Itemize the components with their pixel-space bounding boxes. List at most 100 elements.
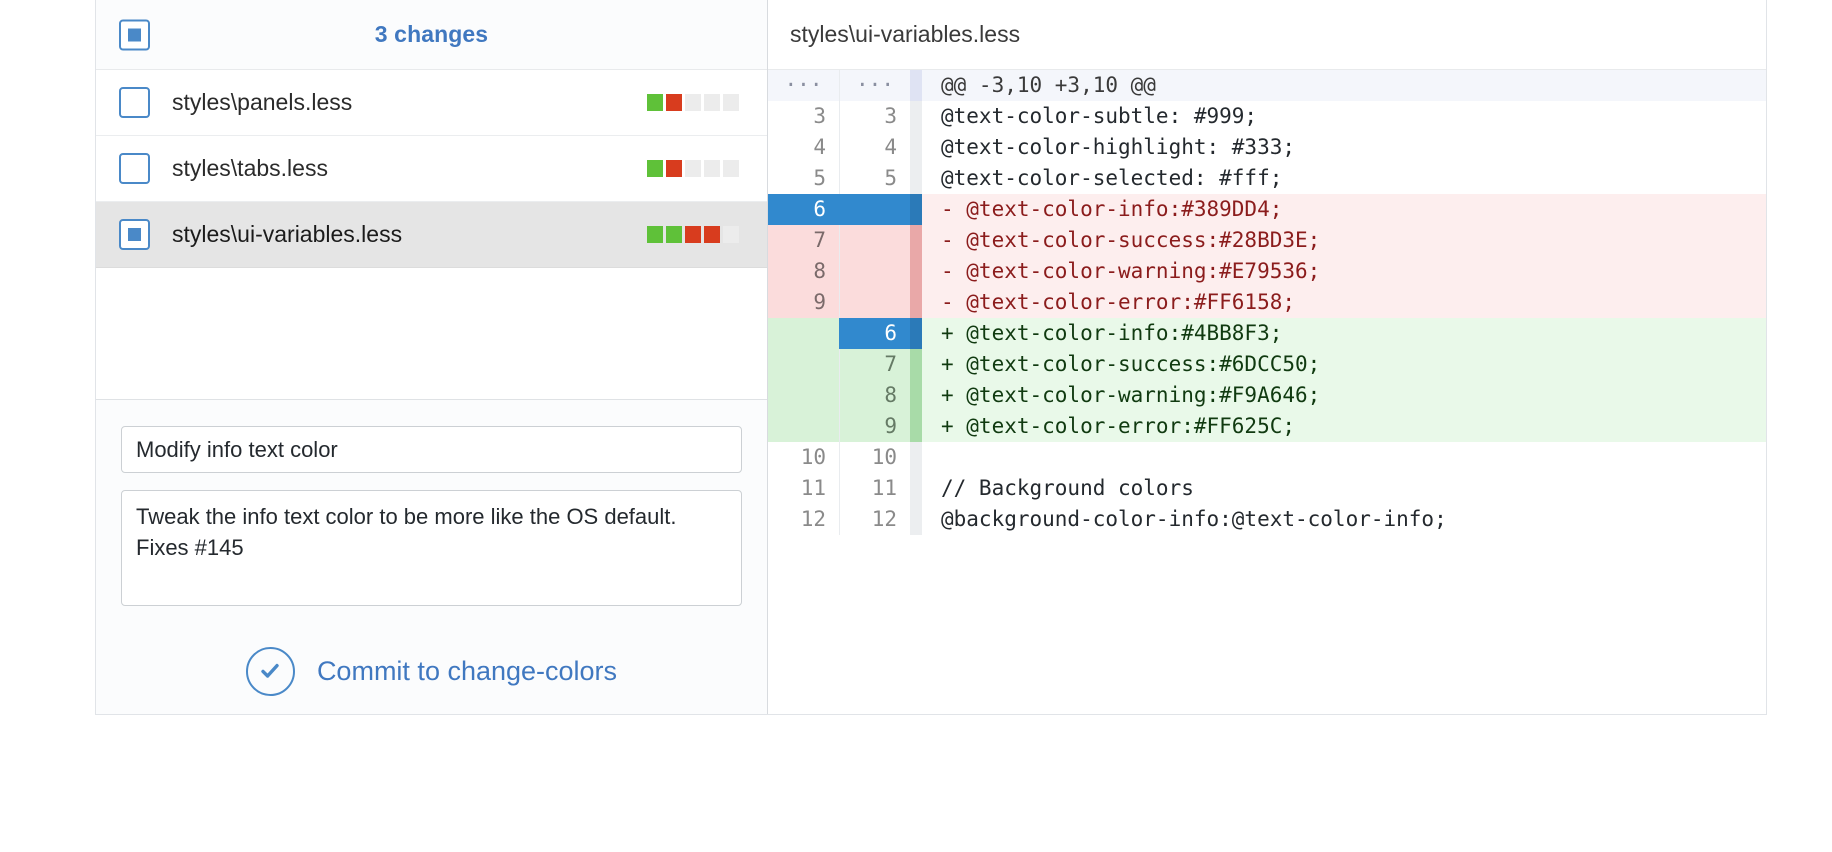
diff-line-number-new: 7 xyxy=(839,349,910,380)
commit-summary-input[interactable] xyxy=(121,426,742,473)
diff-line-text: @text-color-selected: #fff; xyxy=(922,163,1766,194)
diff-dot-add xyxy=(666,226,682,243)
diff-line-number-old: 9 xyxy=(768,287,839,318)
diff-line-number-old xyxy=(768,318,839,349)
check-circle-icon xyxy=(245,646,295,696)
diff-line-add[interactable]: 7 + @text-color-success:#6DCC50; xyxy=(768,349,1766,380)
diff-pane: styles\ui-variables.less ··· ··· @@ -3,10 … xyxy=(768,0,1766,714)
diff-line-add[interactable]: 6 + @text-color-info:#4BB8F3; xyxy=(768,318,1766,349)
diff-line-marker xyxy=(910,256,922,287)
diff-header: styles\ui-variables.less xyxy=(768,0,1766,70)
diff-line-marker xyxy=(910,70,922,101)
changes-pane: 3 changes styles\panels.less styles\tabs… xyxy=(96,0,768,714)
commit-form: Commit to change-colors xyxy=(96,399,767,714)
diff-line-marker xyxy=(910,380,922,411)
diff-line-number-old: 3 xyxy=(768,101,839,132)
diff-line-marker xyxy=(910,132,922,163)
diff-line-text: // Background colors xyxy=(922,473,1766,504)
diff-lines[interactable]: ··· ··· @@ -3,10 +3,10 @@ 3 3 @text-color-sub… xyxy=(768,70,1766,535)
diff-dot-del xyxy=(685,226,701,243)
diff-line-number-new: 9 xyxy=(839,411,910,442)
diff-dot-empty xyxy=(723,226,739,243)
diff-dot-empty xyxy=(685,160,701,177)
changes-count-label: 3 changes xyxy=(374,21,489,47)
diff-line-text: + @text-color-error:#FF625C; xyxy=(922,411,1766,442)
file-checkbox[interactable] xyxy=(119,153,150,184)
diff-line-marker xyxy=(910,163,922,194)
diff-line-number-new: 11 xyxy=(839,473,910,504)
diff-line-number-new: ··· xyxy=(839,70,910,101)
diff-line-number-old: 6 xyxy=(768,194,839,225)
file-checkbox[interactable] xyxy=(119,87,150,118)
diff-line-number-new: 8 xyxy=(839,380,910,411)
diff-line-hunk[interactable]: ··· ··· @@ -3,10 +3,10 @@ xyxy=(768,70,1766,101)
select-all-checkbox[interactable] xyxy=(119,19,150,50)
diff-dot-add xyxy=(647,94,663,111)
diff-line-add[interactable]: 8 + @text-color-warning:#F9A646; xyxy=(768,380,1766,411)
diff-line-text: @text-color-highlight: #333; xyxy=(922,132,1766,163)
checkbox-partial-mark xyxy=(128,28,141,41)
file-row-selected[interactable]: styles\ui-variables.less xyxy=(96,202,767,268)
diff-line-number-old xyxy=(768,411,839,442)
diff-line-text: @background-color-info:@text-color-info; xyxy=(922,504,1766,535)
diff-line-context[interactable]: 12 12 @background-color-info:@text-color-i… xyxy=(768,504,1766,535)
diff-line-marker xyxy=(910,287,922,318)
diff-line-number-new xyxy=(839,287,910,318)
diff-line-marker xyxy=(910,411,922,442)
diff-line-number-new: 12 xyxy=(839,504,910,535)
diff-line-context[interactable]: 3 3 @text-color-subtle: #999; xyxy=(768,101,1766,132)
checkbox-mark xyxy=(128,228,141,241)
diff-dot-add xyxy=(647,226,663,243)
commit-button[interactable]: Commit to change-colors xyxy=(121,628,742,714)
diff-line-del[interactable]: 6 - @text-color-info:#389DD4; xyxy=(768,194,1766,225)
diff-line-add[interactable]: 9 + @text-color-error:#FF625C; xyxy=(768,411,1766,442)
file-path-label: styles\ui-variables.less xyxy=(172,221,403,247)
file-row[interactable]: styles\tabs.less xyxy=(96,136,767,202)
diff-line-number-new: 3 xyxy=(839,101,910,132)
diff-line-marker xyxy=(910,442,922,473)
file-path-label: styles\tabs.less xyxy=(172,155,328,181)
diff-line-del[interactable]: 7 - @text-color-success:#28BD3E; xyxy=(768,225,1766,256)
diff-line-text: @text-color-subtle: #999; xyxy=(922,101,1766,132)
changes-header: 3 changes xyxy=(96,0,767,70)
diff-dot-empty xyxy=(704,94,720,111)
diff-file-path: styles\ui-variables.less xyxy=(790,21,1021,47)
diff-line-text: + @text-color-success:#6DCC50; xyxy=(922,349,1766,380)
diff-line-number-old: 5 xyxy=(768,163,839,194)
diff-dot-empty xyxy=(723,94,739,111)
diff-line-context[interactable]: 4 4 @text-color-highlight: #333; xyxy=(768,132,1766,163)
diff-dot-add xyxy=(647,160,663,177)
diff-dot-empty xyxy=(685,94,701,111)
file-row[interactable]: styles\panels.less xyxy=(96,70,767,136)
diff-line-number-new xyxy=(839,194,910,225)
diff-line-marker xyxy=(910,318,922,349)
diff-line-text: - @text-color-success:#28BD3E; xyxy=(922,225,1766,256)
file-checkbox[interactable] xyxy=(119,219,150,250)
diff-line-marker xyxy=(910,101,922,132)
diff-line-del[interactable]: 8 - @text-color-warning:#E79536; xyxy=(768,256,1766,287)
commit-diff-window: 3 changes styles\panels.less styles\tabs… xyxy=(95,0,1767,715)
diff-size-indicator xyxy=(647,94,739,111)
diff-line-context[interactable]: 5 5 @text-color-selected: #fff; xyxy=(768,163,1766,194)
diff-line-context[interactable]: 10 10 xyxy=(768,442,1766,473)
diff-line-text: @@ -3,10 +3,10 @@ xyxy=(922,70,1766,101)
diff-line-number-old: 4 xyxy=(768,132,839,163)
commit-description-input[interactable] xyxy=(121,490,742,606)
diff-line-number-old: ··· xyxy=(768,70,839,101)
changed-files-list: styles\panels.less styles\tabs.less styl… xyxy=(96,70,767,399)
diff-line-number-new: 6 xyxy=(839,318,910,349)
diff-line-number-old: 11 xyxy=(768,473,839,504)
diff-line-number-old xyxy=(768,380,839,411)
diff-line-text: + @text-color-warning:#F9A646; xyxy=(922,380,1766,411)
diff-line-number-old xyxy=(768,349,839,380)
diff-line-number-old: 7 xyxy=(768,225,839,256)
diff-line-number-new: 4 xyxy=(839,132,910,163)
file-path-label: styles\panels.less xyxy=(172,89,353,115)
diff-empty-space xyxy=(768,535,1766,714)
diff-dot-del xyxy=(666,160,682,177)
diff-line-number-new xyxy=(839,256,910,287)
diff-line-del[interactable]: 9 - @text-color-error:#FF6158; xyxy=(768,287,1766,318)
commit-button-label: Commit to change-colors xyxy=(316,655,618,686)
diff-line-context[interactable]: 11 11 // Background colors xyxy=(768,473,1766,504)
diff-line-number-new: 5 xyxy=(839,163,910,194)
